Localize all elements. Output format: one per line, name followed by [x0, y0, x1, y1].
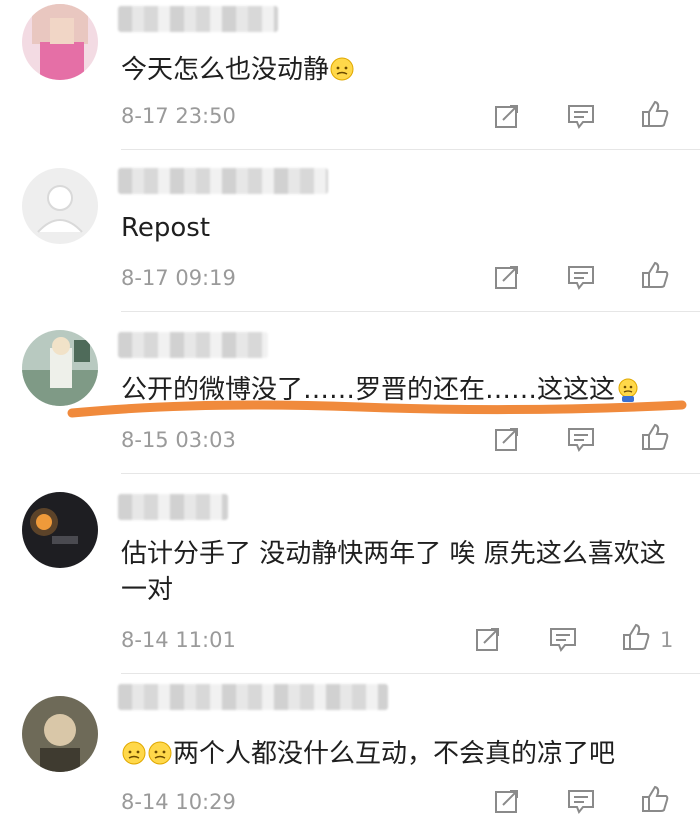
- avatar[interactable]: [22, 696, 98, 772]
- repost-icon: [476, 628, 499, 651]
- comment-time: 8-14 10:29: [121, 790, 236, 814]
- avatar[interactable]: [22, 492, 98, 568]
- comment-item: Repost 8-17 09:19: [0, 150, 700, 312]
- repost-button[interactable]: [492, 786, 522, 816]
- repost-icon: [495, 266, 518, 289]
- comment-time: 8-17 23:50: [121, 104, 236, 128]
- comment-item: 公开的微博没了……罗晋的还在……这这这 8-15 03:03: [0, 312, 700, 474]
- like-button[interactable]: [621, 622, 651, 652]
- comment-button[interactable]: [566, 101, 596, 131]
- like-icon: [623, 623, 650, 650]
- comment-time: 8-14 11:01: [121, 628, 236, 652]
- comment-button[interactable]: [566, 786, 596, 816]
- repost-icon: [495, 790, 518, 813]
- comment-text: 公开的微博没了……罗晋的还在……这这这: [121, 372, 680, 408]
- username-redacted: [118, 6, 278, 32]
- like-icon: [642, 423, 669, 450]
- comment-icon: [568, 266, 594, 290]
- comment-text: 估计分手了 没动静快两年了 唉 原先这么喜欢这一对: [121, 539, 666, 605]
- like-button[interactable]: [640, 422, 670, 452]
- username-redacted: [118, 168, 328, 194]
- avatar[interactable]: [22, 4, 98, 80]
- comment-item: 两个人都没什么互动，不会真的凉了吧 8-14 10:29: [0, 674, 700, 824]
- comment-time: 8-17 09:19: [121, 266, 236, 290]
- like-button[interactable]: [640, 260, 670, 290]
- comment-button[interactable]: [566, 262, 596, 292]
- like-button[interactable]: [640, 784, 670, 814]
- repost-button[interactable]: [492, 101, 522, 131]
- username-redacted: [118, 684, 388, 710]
- avatar[interactable]: [22, 330, 98, 406]
- comment-text: Repost: [121, 213, 211, 243]
- like-button[interactable]: [640, 99, 670, 129]
- comment-text: 两个人都没什么互动，不会真的凉了吧: [121, 736, 680, 772]
- like-icon: [642, 785, 669, 812]
- comment-text: 今天怎么也没动静: [121, 52, 680, 88]
- like-icon: [642, 261, 669, 288]
- username-redacted: [118, 494, 228, 520]
- comment-item: 今天怎么也没动静 8-17 23:50: [0, 0, 700, 150]
- username-redacted: [118, 332, 268, 358]
- comment-icon: [568, 790, 594, 814]
- comment-icon: [568, 428, 594, 452]
- avatar[interactable]: [22, 168, 98, 244]
- repost-button[interactable]: [492, 262, 522, 292]
- comment-item: 估计分手了 没动静快两年了 唉 原先这么喜欢这一对 8-14 11:01 1: [0, 474, 700, 674]
- repost-icon: [495, 428, 518, 451]
- comment-button[interactable]: [548, 624, 578, 654]
- sad-emoji-icon: [147, 740, 173, 766]
- like-count: 1: [660, 628, 674, 652]
- sweat-emoji-icon: [615, 376, 641, 402]
- repost-icon: [495, 105, 518, 128]
- sad-emoji-icon: [121, 740, 147, 766]
- repost-button[interactable]: [492, 424, 522, 454]
- like-icon: [642, 100, 669, 127]
- comment-icon: [550, 628, 576, 652]
- sad-emoji-icon: [329, 56, 355, 82]
- repost-button[interactable]: [473, 624, 503, 654]
- comment-time: 8-15 03:03: [121, 428, 236, 452]
- comment-icon: [568, 105, 594, 129]
- comment-button[interactable]: [566, 424, 596, 454]
